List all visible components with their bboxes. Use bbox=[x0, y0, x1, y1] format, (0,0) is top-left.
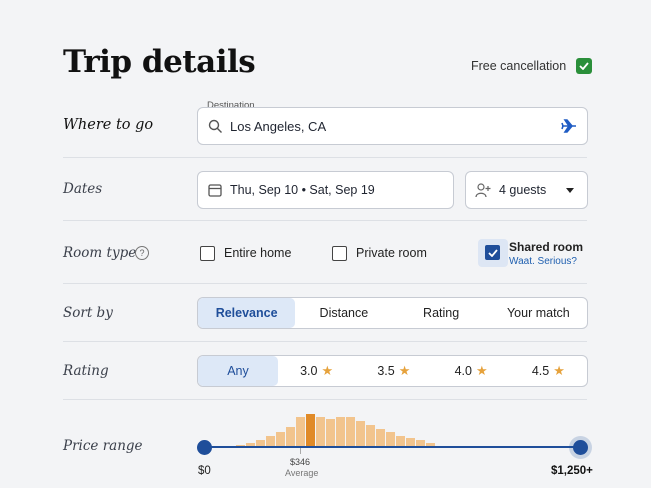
destination-input[interactable]: Los Angeles, CA bbox=[197, 107, 588, 145]
histogram-bar bbox=[366, 424, 375, 447]
chevron-down-icon bbox=[566, 188, 574, 193]
guests-value: 4 guests bbox=[499, 183, 547, 197]
average-price-label: Average bbox=[285, 468, 319, 478]
rating-option-4-0[interactable]: 4.0 ★ bbox=[433, 356, 510, 386]
divider bbox=[63, 399, 587, 400]
histogram-bar bbox=[376, 428, 385, 447]
shared-room-label: Shared room bbox=[509, 240, 584, 254]
sort-option-your-match[interactable]: Your match bbox=[490, 298, 587, 328]
histogram-bar bbox=[296, 417, 305, 447]
date-range-value: Thu, Sep 10 • Sat, Sep 19 bbox=[230, 183, 375, 197]
price-min-value: $0 bbox=[198, 465, 211, 477]
star-icon: ★ bbox=[553, 363, 565, 378]
free-cancellation-toggle[interactable]: Free cancellation bbox=[471, 57, 593, 75]
price-min-handle[interactable] bbox=[197, 440, 212, 455]
rating-value: 4.5 bbox=[531, 364, 550, 378]
free-cancellation-checkbox[interactable] bbox=[576, 58, 593, 74]
price-histogram bbox=[236, 410, 436, 447]
search-icon bbox=[208, 119, 222, 133]
check-icon bbox=[579, 62, 589, 70]
histogram-bar bbox=[276, 432, 285, 447]
room-type-label: Room type bbox=[63, 245, 137, 261]
rating-value: 4.0 bbox=[454, 364, 472, 378]
star-icon: ★ bbox=[321, 363, 334, 378]
histogram-bar bbox=[316, 417, 325, 447]
average-price-value: $346 bbox=[290, 457, 311, 467]
private-room-checkbox[interactable] bbox=[332, 246, 347, 261]
add-person-icon bbox=[475, 183, 491, 198]
help-icon[interactable]: ? bbox=[135, 246, 149, 260]
average-tick bbox=[300, 448, 301, 454]
guests-select[interactable]: 4 guests bbox=[465, 171, 588, 209]
divider bbox=[63, 341, 587, 342]
divider bbox=[63, 157, 587, 158]
shared-room-sublabel: Waat. Serious? bbox=[509, 256, 577, 267]
histogram-bar bbox=[356, 421, 365, 447]
price-range-label: Price range bbox=[63, 438, 143, 454]
divider bbox=[63, 220, 587, 221]
entire-home-label: Entire home bbox=[224, 246, 292, 260]
airplane-icon bbox=[561, 119, 576, 133]
private-room-label: Private room bbox=[356, 246, 427, 260]
histogram-bar bbox=[326, 419, 335, 447]
shared-room-checkbox[interactable] bbox=[485, 245, 500, 260]
sort-by-label: Sort by bbox=[63, 305, 113, 321]
date-range-input[interactable]: Thu, Sep 10 • Sat, Sep 19 bbox=[197, 171, 454, 209]
sort-option-relevance[interactable]: Relevance bbox=[198, 298, 296, 328]
rating-option-3-0[interactable]: 3.0 ★ bbox=[278, 356, 355, 386]
rating-option-3-5[interactable]: 3.5 ★ bbox=[355, 356, 432, 386]
sort-segmented-control: Relevance Distance Rating Your match bbox=[197, 297, 588, 329]
check-icon bbox=[487, 248, 498, 257]
star-icon: ★ bbox=[398, 363, 411, 378]
histogram-bar bbox=[306, 413, 315, 447]
sort-option-rating[interactable]: Rating bbox=[393, 298, 490, 328]
rating-option-4-5[interactable]: 4.5 ★ bbox=[510, 356, 587, 386]
star-icon: ★ bbox=[475, 363, 488, 378]
rating-value: 3.5 bbox=[377, 364, 395, 378]
rating-label: Rating bbox=[63, 363, 109, 379]
calendar-icon bbox=[208, 184, 222, 197]
rating-segmented-control: Any 3.0 ★ 3.5 ★ 4.0 ★ 4.5 ★ bbox=[197, 355, 588, 387]
destination-value: Los Angeles, CA bbox=[230, 119, 327, 134]
rating-value: 3.0 bbox=[300, 364, 318, 378]
divider bbox=[63, 283, 587, 284]
dates-label: Dates bbox=[63, 181, 103, 197]
where-to-go-label: Where to go bbox=[63, 117, 154, 133]
histogram-bar bbox=[286, 426, 295, 447]
sort-option-distance[interactable]: Distance bbox=[295, 298, 392, 328]
rating-option-any[interactable]: Any bbox=[198, 356, 278, 386]
price-slider-track[interactable] bbox=[204, 446, 581, 448]
histogram-bar bbox=[346, 417, 355, 447]
free-cancellation-label: Free cancellation bbox=[471, 59, 567, 73]
entire-home-checkbox[interactable] bbox=[200, 246, 215, 261]
price-max-value: $1,250+ bbox=[551, 465, 593, 477]
price-max-handle[interactable] bbox=[573, 440, 588, 455]
histogram-bar bbox=[336, 417, 345, 447]
page-title: Trip details bbox=[63, 44, 256, 80]
histogram-bar bbox=[386, 432, 395, 447]
